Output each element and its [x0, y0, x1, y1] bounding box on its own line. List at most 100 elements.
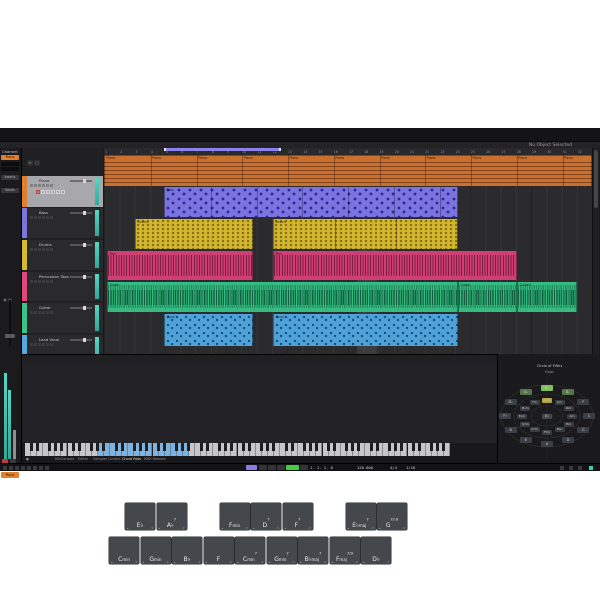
transport-right-icon[interactable]	[560, 466, 564, 470]
pad-tension-control[interactable]: · ▾	[150, 527, 153, 530]
cof-major-D♭[interactable]: D♭	[505, 399, 517, 405]
edit-button[interactable]	[46, 248, 49, 251]
pad-tension-control[interactable]: · ▾	[276, 527, 279, 530]
transport-left-icon[interactable]	[21, 466, 25, 470]
cof-major-D[interactable]: D	[562, 437, 574, 443]
monitor-button[interactable]	[42, 343, 45, 346]
transport-right-icon[interactable]	[569, 466, 573, 470]
edit-button[interactable]	[46, 184, 49, 187]
zone-tab-midi-remote[interactable]: MIDI Remote	[144, 457, 166, 461]
piano-key-black[interactable]	[388, 443, 391, 451]
chord-pad-Db[interactable]: D♭▴ ·· ▾	[361, 537, 391, 564]
clip-guitar[interactable]: Guitar2	[517, 282, 577, 312]
record-arm-button[interactable]	[38, 311, 41, 314]
piano-key-black[interactable]	[242, 443, 245, 451]
piano-key-black[interactable]	[175, 443, 178, 451]
pad-voicing-control[interactable]: ▴ ·	[206, 561, 209, 564]
chord-pad-Gmin7[interactable]: Gmin7▴ ·· ▾	[267, 537, 297, 564]
cof-major-B[interactable]: B	[505, 427, 517, 433]
transport-left-icon[interactable]	[45, 466, 49, 470]
piano-key-black[interactable]	[224, 443, 227, 451]
clip-lead-vocal[interactable]: Vocal	[273, 314, 458, 346]
mute-button[interactable]	[30, 343, 33, 346]
clip-percussion-taps[interactable]: Perc	[273, 251, 517, 280]
cycle-region[interactable]	[164, 148, 281, 151]
piano-key-black[interactable]	[48, 443, 51, 451]
piano-keyboard-strip[interactable]	[25, 443, 450, 456]
track-volume-slider[interactable]	[70, 307, 92, 309]
pad-tension-control[interactable]: · ▾	[323, 561, 326, 564]
cof-major-C[interactable]: C	[583, 413, 595, 419]
monitor-button[interactable]	[42, 311, 45, 314]
solo-button[interactable]	[34, 280, 37, 283]
cof-major-A♭[interactable]: A♭	[520, 389, 532, 395]
freeze-button[interactable]	[50, 311, 53, 314]
piano-key-black[interactable]	[36, 443, 39, 451]
track-volume-slider[interactable]	[70, 244, 92, 246]
transport-left-icon[interactable]	[27, 466, 31, 470]
rewind-button[interactable]	[259, 465, 267, 470]
transport-signature-display[interactable]: 4/4	[390, 465, 397, 470]
piano-key-black[interactable]	[187, 443, 190, 451]
piano-key-black[interactable]	[370, 443, 373, 451]
piano-key-black[interactable]	[54, 443, 57, 451]
clip-lead-vocal[interactable]: Vocal	[164, 314, 253, 346]
freeze-button[interactable]	[50, 184, 53, 187]
freeze-button[interactable]	[50, 343, 53, 346]
cycle-start-marker[interactable]	[164, 148, 166, 151]
pad-voicing-control[interactable]: ▴ ·	[143, 561, 146, 564]
chord-pad-Bb[interactable]: B♭▴ ·· ▾	[172, 537, 202, 564]
edit-button[interactable]	[46, 311, 49, 314]
midi-channel-badge-active[interactable]: 1	[36, 190, 40, 194]
piano-key-black[interactable]	[291, 443, 294, 451]
piano-key-black[interactable]	[121, 443, 124, 451]
channel-sends-button[interactable]: Sends	[1, 188, 19, 193]
pad-tension-control[interactable]: · ▾	[134, 561, 137, 564]
record-arm-button[interactable]	[38, 280, 41, 283]
piano-key-black[interactable]	[357, 443, 360, 451]
transport-left-icon[interactable]	[39, 466, 43, 470]
pad-voicing-control[interactable]: ▴ ·	[253, 527, 256, 530]
track-header-percussion-taps[interactable]: Percussion Taps	[22, 272, 103, 301]
piano-key-black[interactable]	[181, 443, 184, 451]
play-button[interactable]	[286, 465, 299, 470]
track-volume-slider[interactable]	[70, 212, 92, 214]
zone-tab-editor[interactable]: Editor	[78, 457, 88, 461]
pad-tension-control[interactable]: · ▾	[244, 527, 247, 530]
cof-minor-Gm[interactable]: Gm	[555, 400, 565, 405]
piano-key-black[interactable]	[266, 443, 269, 451]
chord-pad-F[interactable]: F▴ ·· ▾	[204, 537, 234, 564]
piano-key-black[interactable]	[309, 443, 312, 451]
pad-voicing-control[interactable]: ▴ ·	[363, 561, 366, 564]
transport-left-icon[interactable]	[33, 466, 37, 470]
cof-minor-Dm[interactable]: Dm	[564, 406, 574, 411]
chord-pad-F7[interactable]: F7▴ ·· ▾	[283, 503, 313, 530]
pad-tension-control[interactable]: · ▾	[228, 561, 231, 564]
cof-minor-E♭m[interactable]: E♭m	[517, 414, 527, 419]
piano-key-black[interactable]	[315, 443, 318, 451]
chord-pad-Bbmaj7[interactable]: B♭maj7▴ ·· ▾	[298, 537, 328, 564]
pad-voicing-control[interactable]: ▴ ·	[332, 561, 335, 564]
monitor-button[interactable]	[42, 248, 45, 251]
cof-major-F♯[interactable]: F♯	[499, 413, 511, 419]
chord-pad-D7[interactable]: D7▴ ·· ▾	[251, 503, 281, 530]
cof-major-E[interactable]: E	[520, 437, 532, 443]
record-arm-button[interactable]	[38, 184, 41, 187]
piano-key-black[interactable]	[272, 443, 275, 451]
pad-tension-control[interactable]: · ▾	[370, 527, 373, 530]
transport-left-icon[interactable]	[15, 466, 19, 470]
piano-key-black[interactable]	[102, 443, 105, 451]
clip-drums[interactable]: Drums	[273, 219, 458, 249]
chord-pad-Ab7[interactable]: A♭7▴ ·· ▾	[157, 503, 187, 530]
pad-tension-control[interactable]: · ▾	[354, 561, 357, 564]
cof-major-G[interactable]: G	[577, 427, 589, 433]
cof-minor-C♯m[interactable]: C♯m	[530, 427, 540, 432]
pad-voicing-control[interactable]: ▴ ·	[111, 561, 114, 564]
transport-left-icon[interactable]	[3, 466, 7, 470]
piano-key-black[interactable]	[230, 443, 233, 451]
pad-voicing-control[interactable]: ▴ ·	[159, 527, 162, 530]
piano-key-black[interactable]	[139, 443, 142, 451]
pad-voicing-control[interactable]: ▴ ·	[237, 561, 240, 564]
piano-key-black[interactable]	[30, 443, 33, 451]
record-arm-button[interactable]	[38, 343, 41, 346]
